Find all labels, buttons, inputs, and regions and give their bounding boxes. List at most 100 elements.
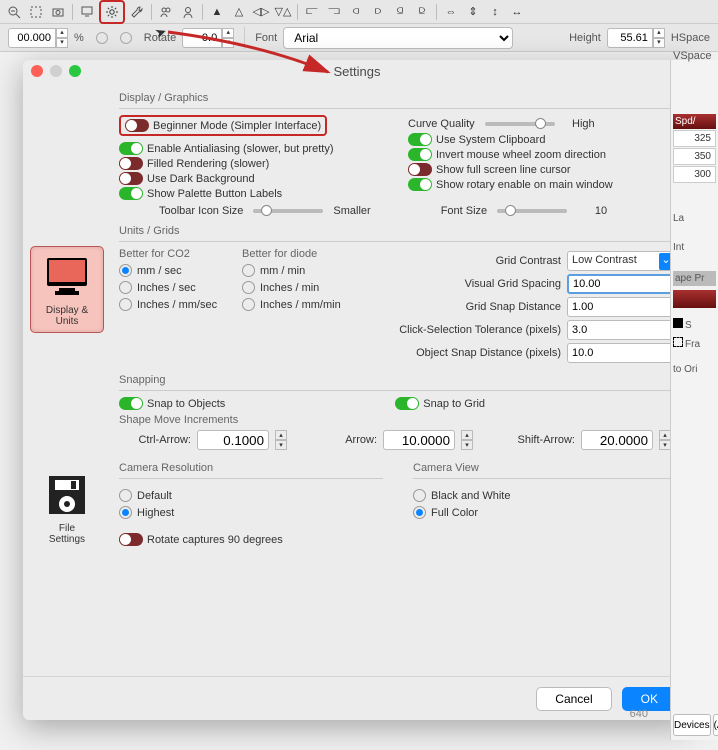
sidebar-item-label: File Settings xyxy=(49,523,85,545)
mm-sec-radio[interactable]: mm / sec xyxy=(119,264,234,277)
antialias-toggle[interactable] xyxy=(119,142,143,155)
rotate-stepper[interactable]: ▴▾ xyxy=(182,28,234,48)
obj-snap-label: Object Snap Distance (pixels) xyxy=(416,347,561,359)
camera-bw-radio[interactable]: Black and White xyxy=(413,489,677,502)
height-stepper[interactable]: ▴▾ xyxy=(607,28,665,48)
ok-button[interactable]: OK xyxy=(622,687,677,711)
flip-v-icon[interactable]: △ xyxy=(229,3,249,21)
settings-button-highlight xyxy=(99,0,125,24)
sidebar-item-label: Display & Units xyxy=(46,305,88,327)
obj-snap-input[interactable] xyxy=(567,343,677,363)
rotary-enable-toggle[interactable] xyxy=(408,178,432,191)
toolbar-icon-size-label: Toolbar Icon Size xyxy=(159,205,243,217)
click-tol-label: Click-Selection Tolerance (pixels) xyxy=(399,324,561,336)
font-label: Font xyxy=(255,32,277,44)
minimize-icon xyxy=(50,65,62,77)
settings-sidebar: Display & Units File Settings xyxy=(23,82,111,676)
grid-spacing-input[interactable] xyxy=(567,274,677,294)
auto-button[interactable]: (Auto) xyxy=(713,714,718,736)
shift-arrow-input[interactable] xyxy=(581,430,653,450)
section-shape-move: Shape Move Increments xyxy=(119,414,677,426)
wrench-icon[interactable] xyxy=(127,3,147,21)
font-select[interactable]: Arial xyxy=(283,27,563,49)
hspace-label: HSpace xyxy=(671,32,710,44)
snap-objects-toggle[interactable] xyxy=(119,397,143,410)
beginner-mode-label: Beginner Mode (Simpler Interface) xyxy=(153,120,321,132)
align-top-icon[interactable]: ⫐ xyxy=(368,3,388,21)
selection-icon[interactable] xyxy=(26,3,46,21)
sidebar-item-file-settings[interactable]: File Settings xyxy=(30,465,104,550)
zoom-out-icon[interactable] xyxy=(4,3,24,21)
grid-contrast-label: Grid Contrast xyxy=(496,255,561,267)
monitor-icon[interactable] xyxy=(77,3,97,21)
section-units-grids: Units / Grids xyxy=(119,225,677,237)
font-size-label: Font Size xyxy=(441,205,487,217)
mirror-h-icon[interactable]: ◁▷ xyxy=(251,3,271,21)
floppy-icon xyxy=(39,470,95,520)
camera-icon[interactable] xyxy=(48,3,68,21)
ctrl-arrow-label: Ctrl-Arrow: xyxy=(119,434,191,446)
beginner-mode-toggle[interactable] xyxy=(125,119,149,132)
maximize-icon[interactable] xyxy=(69,65,81,77)
shift-arrow-label: Shift-Arrow: xyxy=(505,434,575,446)
section-display-graphics: Display / Graphics xyxy=(119,92,677,104)
snap-dist-input[interactable] xyxy=(567,297,677,317)
rotate-90-toggle[interactable] xyxy=(119,533,143,546)
sidebar-item-display-units[interactable]: Display & Units xyxy=(30,246,104,333)
camera-fullcolor-radio[interactable]: Full Color xyxy=(413,506,677,519)
dist-v-icon[interactable]: ⇕ xyxy=(463,3,483,21)
inches-mmmin-radio[interactable]: Inches / mm/min xyxy=(242,298,357,311)
users-icon[interactable] xyxy=(156,3,176,21)
align-right-icon[interactable]: ⫏ xyxy=(346,3,366,21)
font-size-slider[interactable] xyxy=(497,209,567,213)
curve-quality-label: Curve Quality xyxy=(408,118,475,130)
pct-label: % xyxy=(74,32,84,44)
mirror-v-icon[interactable]: ▽△ xyxy=(273,3,293,21)
x-stepper[interactable]: ▴▾ xyxy=(8,28,68,48)
height-label: Height xyxy=(569,32,601,44)
move-v-icon[interactable]: ↕ xyxy=(485,3,505,21)
sys-clip-toggle[interactable] xyxy=(408,133,432,146)
section-snapping: Snapping xyxy=(119,374,677,386)
align-bottom-icon[interactable]: ⫒ xyxy=(412,3,432,21)
fullscreen-cursor-toggle[interactable] xyxy=(408,163,432,176)
flip-h-icon[interactable]: ▲ xyxy=(207,3,227,21)
curve-quality-slider[interactable] xyxy=(485,122,555,126)
snap-grid-toggle[interactable] xyxy=(395,397,419,410)
speed-header: Spd/ xyxy=(673,114,716,129)
click-tol-input[interactable] xyxy=(567,320,677,340)
inches-sec-radio[interactable]: Inches / sec xyxy=(119,281,234,294)
grid-contrast-select[interactable]: Low Contrast xyxy=(567,251,677,271)
inches-min-radio[interactable]: Inches / min xyxy=(242,281,357,294)
camera-default-radio[interactable]: Default xyxy=(119,489,383,502)
dimension-label: 640 xyxy=(630,708,648,720)
curve-quality-value: High xyxy=(565,118,595,130)
toolbar-icon-slider[interactable] xyxy=(253,209,323,213)
right-docked-panel: VSpace Spd/ 325 350 300 La Int ape Pr S … xyxy=(670,60,718,740)
invert-wheel-toggle[interactable] xyxy=(408,148,432,161)
main-toolbar: ▲ △ ◁▷ ▽△ ⫍ ⫎ ⫏ ⫐ ⫑ ⫒ ⇔ ⇕ ↕ ↔ xyxy=(0,0,718,24)
inches-mmsec-radio[interactable]: Inches / mm/sec xyxy=(119,298,234,311)
align-left-icon[interactable]: ⫍ xyxy=(302,3,322,21)
devices-button[interactable]: Devices xyxy=(673,714,711,736)
mm-min-radio[interactable]: mm / min xyxy=(242,264,357,277)
user-icon[interactable] xyxy=(178,3,198,21)
close-icon[interactable] xyxy=(31,65,43,77)
align-center-icon[interactable]: ⫎ xyxy=(324,3,344,21)
arrow-input[interactable] xyxy=(383,430,455,450)
settings-content: Display / Graphics Beginner Mode (Simple… xyxy=(111,82,691,676)
dialog-titlebar: Settings xyxy=(23,60,691,82)
align-middle-icon[interactable]: ⫑ xyxy=(390,3,410,21)
dialog-title: Settings xyxy=(334,64,381,79)
val-3: 300 xyxy=(673,166,716,183)
gear-icon[interactable] xyxy=(102,3,122,21)
ctrl-arrow-input[interactable] xyxy=(197,430,269,450)
move-h-icon[interactable]: ↔ xyxy=(507,3,527,21)
filled-render-toggle[interactable] xyxy=(119,157,143,170)
dark-bg-toggle[interactable] xyxy=(119,172,143,185)
dist-h-icon[interactable]: ⇔ xyxy=(441,3,461,21)
camera-highest-radio[interactable]: Highest xyxy=(119,506,383,519)
cancel-button[interactable]: Cancel xyxy=(536,687,611,711)
circles-icon[interactable] xyxy=(90,30,138,46)
palette-labels-toggle[interactable] xyxy=(119,187,143,200)
